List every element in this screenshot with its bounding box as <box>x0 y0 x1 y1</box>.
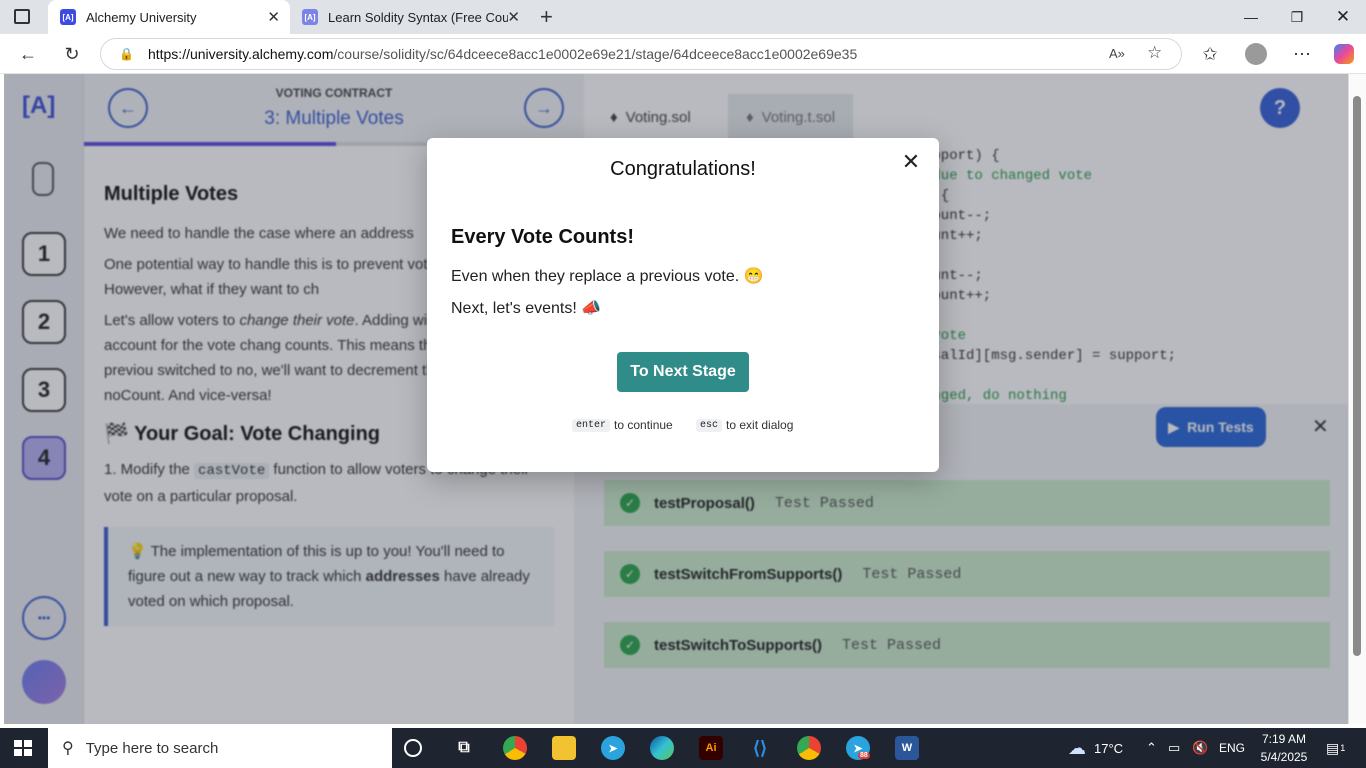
favorites-icon[interactable]: ✩ <box>1196 40 1224 68</box>
address-bar[interactable]: 🔒 https://university.alchemy.com /course… <box>100 38 1182 70</box>
notifications-icon[interactable]: ▤ 1 <box>1326 728 1345 768</box>
hint-text: to exit dialog <box>726 418 794 432</box>
illustrator-icon[interactable]: Ai <box>699 736 723 760</box>
close-tab-icon[interactable]: ✕ <box>267 8 280 26</box>
minimize-button[interactable]: — <box>1228 0 1274 34</box>
vscode-icon[interactable]: ⟨⟩ <box>748 736 772 760</box>
word-icon[interactable]: W <box>895 736 919 760</box>
tab-learn-solidity[interactable]: [A] Learn Soldity Syntax (Free Course) ✕ <box>290 0 530 34</box>
browser-toolbar: ← ↻ 🔒 https://university.alchemy.com /co… <box>0 34 1366 74</box>
more-menu-icon[interactable]: ⋯ <box>1288 40 1316 68</box>
alchemy-favicon-icon: [A] <box>302 9 318 25</box>
scrollbar-thumb[interactable] <box>1353 96 1361 656</box>
favorite-star-icon[interactable]: ☆ <box>1147 43 1162 63</box>
tab-alchemy-university[interactable]: [A] Alchemy University ✕ <box>48 0 290 34</box>
tray-chevron-icon[interactable]: ⌃ <box>1146 728 1157 768</box>
chrome-icon[interactable] <box>503 736 527 760</box>
congratulations-dialog: Congratulations! ✕ Every Vote Counts! Ev… <box>427 138 939 472</box>
profile-avatar[interactable] <box>1242 40 1270 68</box>
back-button[interactable]: ← <box>14 40 42 68</box>
cortana-icon[interactable] <box>404 739 422 757</box>
windows-taskbar: ⚲ Type here to search ⧉ ➤ Ai ⟨⟩ ➤ 88 W ☁… <box>0 728 1366 768</box>
lock-icon: 🔒 <box>119 47 134 61</box>
close-tab-icon[interactable]: ✕ <box>507 8 520 26</box>
clock-date: 5/4/2025 <box>1260 750 1308 764</box>
page-scrollbar[interactable] <box>1348 74 1366 724</box>
enter-key: enter <box>572 418 611 432</box>
tab-title: Learn Soldity Syntax (Free Course) <box>328 9 508 25</box>
esc-key: esc <box>696 418 723 432</box>
url-host: https://university.alchemy.com <box>147 46 334 62</box>
browser-tab-bar: [A] Alchemy University ✕ [A] Learn Soldi… <box>0 0 1366 34</box>
dialog-message: Next, let's events! 📣 <box>451 300 602 317</box>
restore-button[interactable]: ❐ <box>1274 0 1320 34</box>
weather-temp: 17°C <box>1094 740 1124 756</box>
refresh-button[interactable]: ↻ <box>58 40 86 68</box>
dialog-heading: Every Vote Counts! <box>451 226 634 248</box>
edge-icon[interactable] <box>650 736 674 760</box>
windows-start-icon[interactable] <box>14 740 32 756</box>
notification-count: 1 <box>1340 743 1346 753</box>
new-tab-button[interactable]: + <box>540 4 553 30</box>
alchemy-favicon-icon: [A] <box>60 9 76 25</box>
weather-widget[interactable]: ☁ 17°C <box>1068 728 1123 768</box>
dialog-message: Even when they replace a previous vote. … <box>451 268 764 285</box>
close-window-button[interactable]: ✕ <box>1320 0 1366 34</box>
cloud-icon: ☁ <box>1068 737 1086 758</box>
language-indicator[interactable]: ENG <box>1219 728 1245 768</box>
dialog-title: Congratulations! <box>610 158 756 180</box>
volume-muted-icon[interactable]: 🔇 <box>1192 728 1208 768</box>
search-icon: ⚲ <box>62 740 74 757</box>
search-placeholder: Type here to search <box>85 739 219 757</box>
file-explorer-icon[interactable] <box>552 736 576 760</box>
clock[interactable]: 7:19 AM 5/4/2025 <box>1252 730 1316 766</box>
url-path: /course/solidity/sc/64dceece8acc1e0002e6… <box>333 46 858 62</box>
clock-time: 7:19 AM <box>1261 732 1307 746</box>
to-next-stage-button[interactable]: To Next Stage <box>617 352 749 392</box>
tab-title: Alchemy University <box>86 9 197 25</box>
read-aloud-icon[interactable]: A» <box>1109 46 1125 61</box>
network-icon[interactable]: ▭ <box>1168 728 1180 768</box>
telegram-icon[interactable]: ➤ <box>601 736 625 760</box>
chrome-icon[interactable] <box>797 736 821 760</box>
telegram-icon[interactable]: ➤ 88 <box>846 736 870 760</box>
esc-shortcut-hint: esc to exit dialog <box>696 418 793 432</box>
taskbar-search-box[interactable]: ⚲ Type here to search <box>48 728 392 768</box>
tab-actions-icon[interactable] <box>14 9 30 24</box>
copilot-icon[interactable] <box>1330 40 1358 68</box>
enter-shortcut-hint: enter to continue <box>572 418 673 432</box>
hint-text: to continue <box>614 418 673 432</box>
close-dialog-icon[interactable]: ✕ <box>899 149 923 174</box>
telegram-badge: 88 <box>858 752 870 759</box>
task-view-icon[interactable]: ⧉ <box>452 736 476 760</box>
